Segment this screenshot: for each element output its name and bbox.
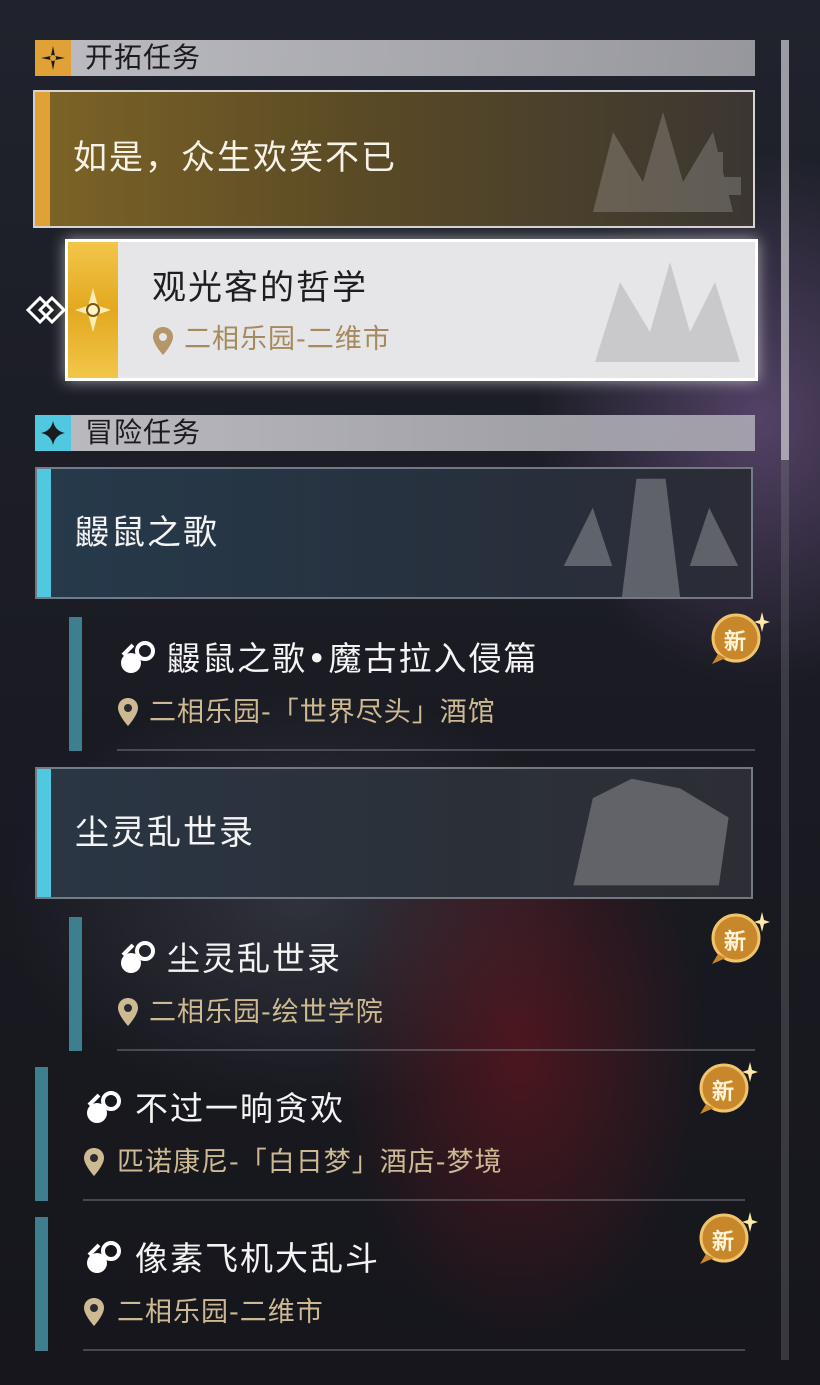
adventure-quest-icon [87, 1241, 121, 1273]
new-badge: 新 [694, 1060, 758, 1120]
quest-emblem-decoration [595, 262, 740, 362]
badge-text: 新 [723, 930, 746, 955]
quest-divider [117, 1049, 755, 1051]
quest-bar [35, 1067, 48, 1201]
quest-name: 鼹鼠之歌•魔古拉入侵篇 [167, 639, 539, 678]
quest-group-header[interactable]: 鼹鼠之歌 [35, 467, 753, 599]
quest-name: 不过一晌贪欢 [135, 1089, 345, 1128]
quest-divider [117, 749, 755, 751]
new-badge: 新 [706, 910, 770, 970]
trailblaze-chapter-card[interactable]: 如是，众生欢笑不已 [33, 90, 755, 228]
new-badge: 新 [706, 610, 770, 670]
badge-text: 新 [723, 630, 746, 655]
scrollbar-thumb[interactable] [781, 40, 789, 460]
selected-trailblaze-quest[interactable]: 观光客的哲学 二相乐园-二维市 [65, 239, 758, 381]
adventure-quest-icon [87, 1091, 121, 1123]
badge-text: 新 [711, 1230, 734, 1255]
location-pin-icon [118, 998, 138, 1026]
section-title: 冒险任务 [85, 416, 202, 449]
quest-location: 二相乐园-二维市 [117, 1297, 324, 1328]
quest-name: 尘灵乱世录 [167, 939, 342, 978]
location-pin-icon [118, 698, 138, 726]
adventure-section-header: 冒险任务 [35, 415, 755, 451]
quest-gold-tab [68, 242, 118, 378]
quest-name: 观光客的哲学 [152, 268, 368, 308]
four-point-star-icon [35, 415, 71, 451]
quest-item[interactable]: 鼹鼠之歌•魔古拉入侵篇 二相乐园-「世界尽头」酒馆 [69, 617, 759, 753]
section-title: 开拓任务 [85, 41, 202, 74]
quest-name: 像素飞机大乱斗 [135, 1239, 380, 1278]
group-title: 鼹鼠之歌 [75, 513, 219, 553]
quest-location: 匹诺康尼-「白日梦」酒店-梦境 [117, 1147, 503, 1178]
chapter-title: 如是，众生欢笑不已 [73, 138, 397, 178]
location-pin-icon [153, 327, 173, 355]
group-accent-bar [37, 469, 51, 597]
quest-location: 二相乐园-二维市 [184, 324, 391, 355]
quest-divider [83, 1349, 745, 1351]
quest-bar [69, 617, 82, 751]
quest-divider [83, 1199, 745, 1201]
group-emblem-decoration [573, 778, 729, 886]
quest-group-header[interactable]: 尘灵乱世录 [35, 767, 753, 899]
quest-bar [35, 1217, 48, 1351]
quest-item[interactable]: 像素飞机大乱斗 二相乐园-二维市 [35, 1217, 755, 1353]
location-pin-icon [84, 1298, 104, 1326]
quest-item[interactable]: 尘灵乱世录 二相乐园-绘世学院 [69, 917, 759, 1053]
trailblaze-quest-icon [75, 288, 111, 332]
group-accent-bar [37, 769, 51, 897]
trailblaze-section-header: 开拓任务 [35, 40, 755, 76]
quest-bar [69, 917, 82, 1051]
quest-location: 二相乐园-绘世学院 [149, 997, 384, 1028]
badge-text: 新 [711, 1080, 734, 1105]
chapter-emblem-decoration [593, 112, 741, 212]
quest-item[interactable]: 不过一晌贪欢 匹诺康尼-「白日梦」酒店-梦境 [35, 1067, 755, 1203]
tracking-arrow-icon [26, 295, 66, 325]
adventure-quest-icon [121, 941, 155, 973]
group-title: 尘灵乱世录 [75, 813, 255, 853]
adventure-quest-icon [121, 641, 155, 673]
quest-location: 二相乐园-「世界尽头」酒馆 [149, 697, 496, 728]
location-pin-icon [84, 1148, 104, 1176]
chapter-accent-bar [35, 92, 50, 226]
trailblaze-star-icon [35, 40, 71, 76]
new-badge: 新 [694, 1210, 758, 1270]
group-emblem-decoration [563, 478, 739, 597]
